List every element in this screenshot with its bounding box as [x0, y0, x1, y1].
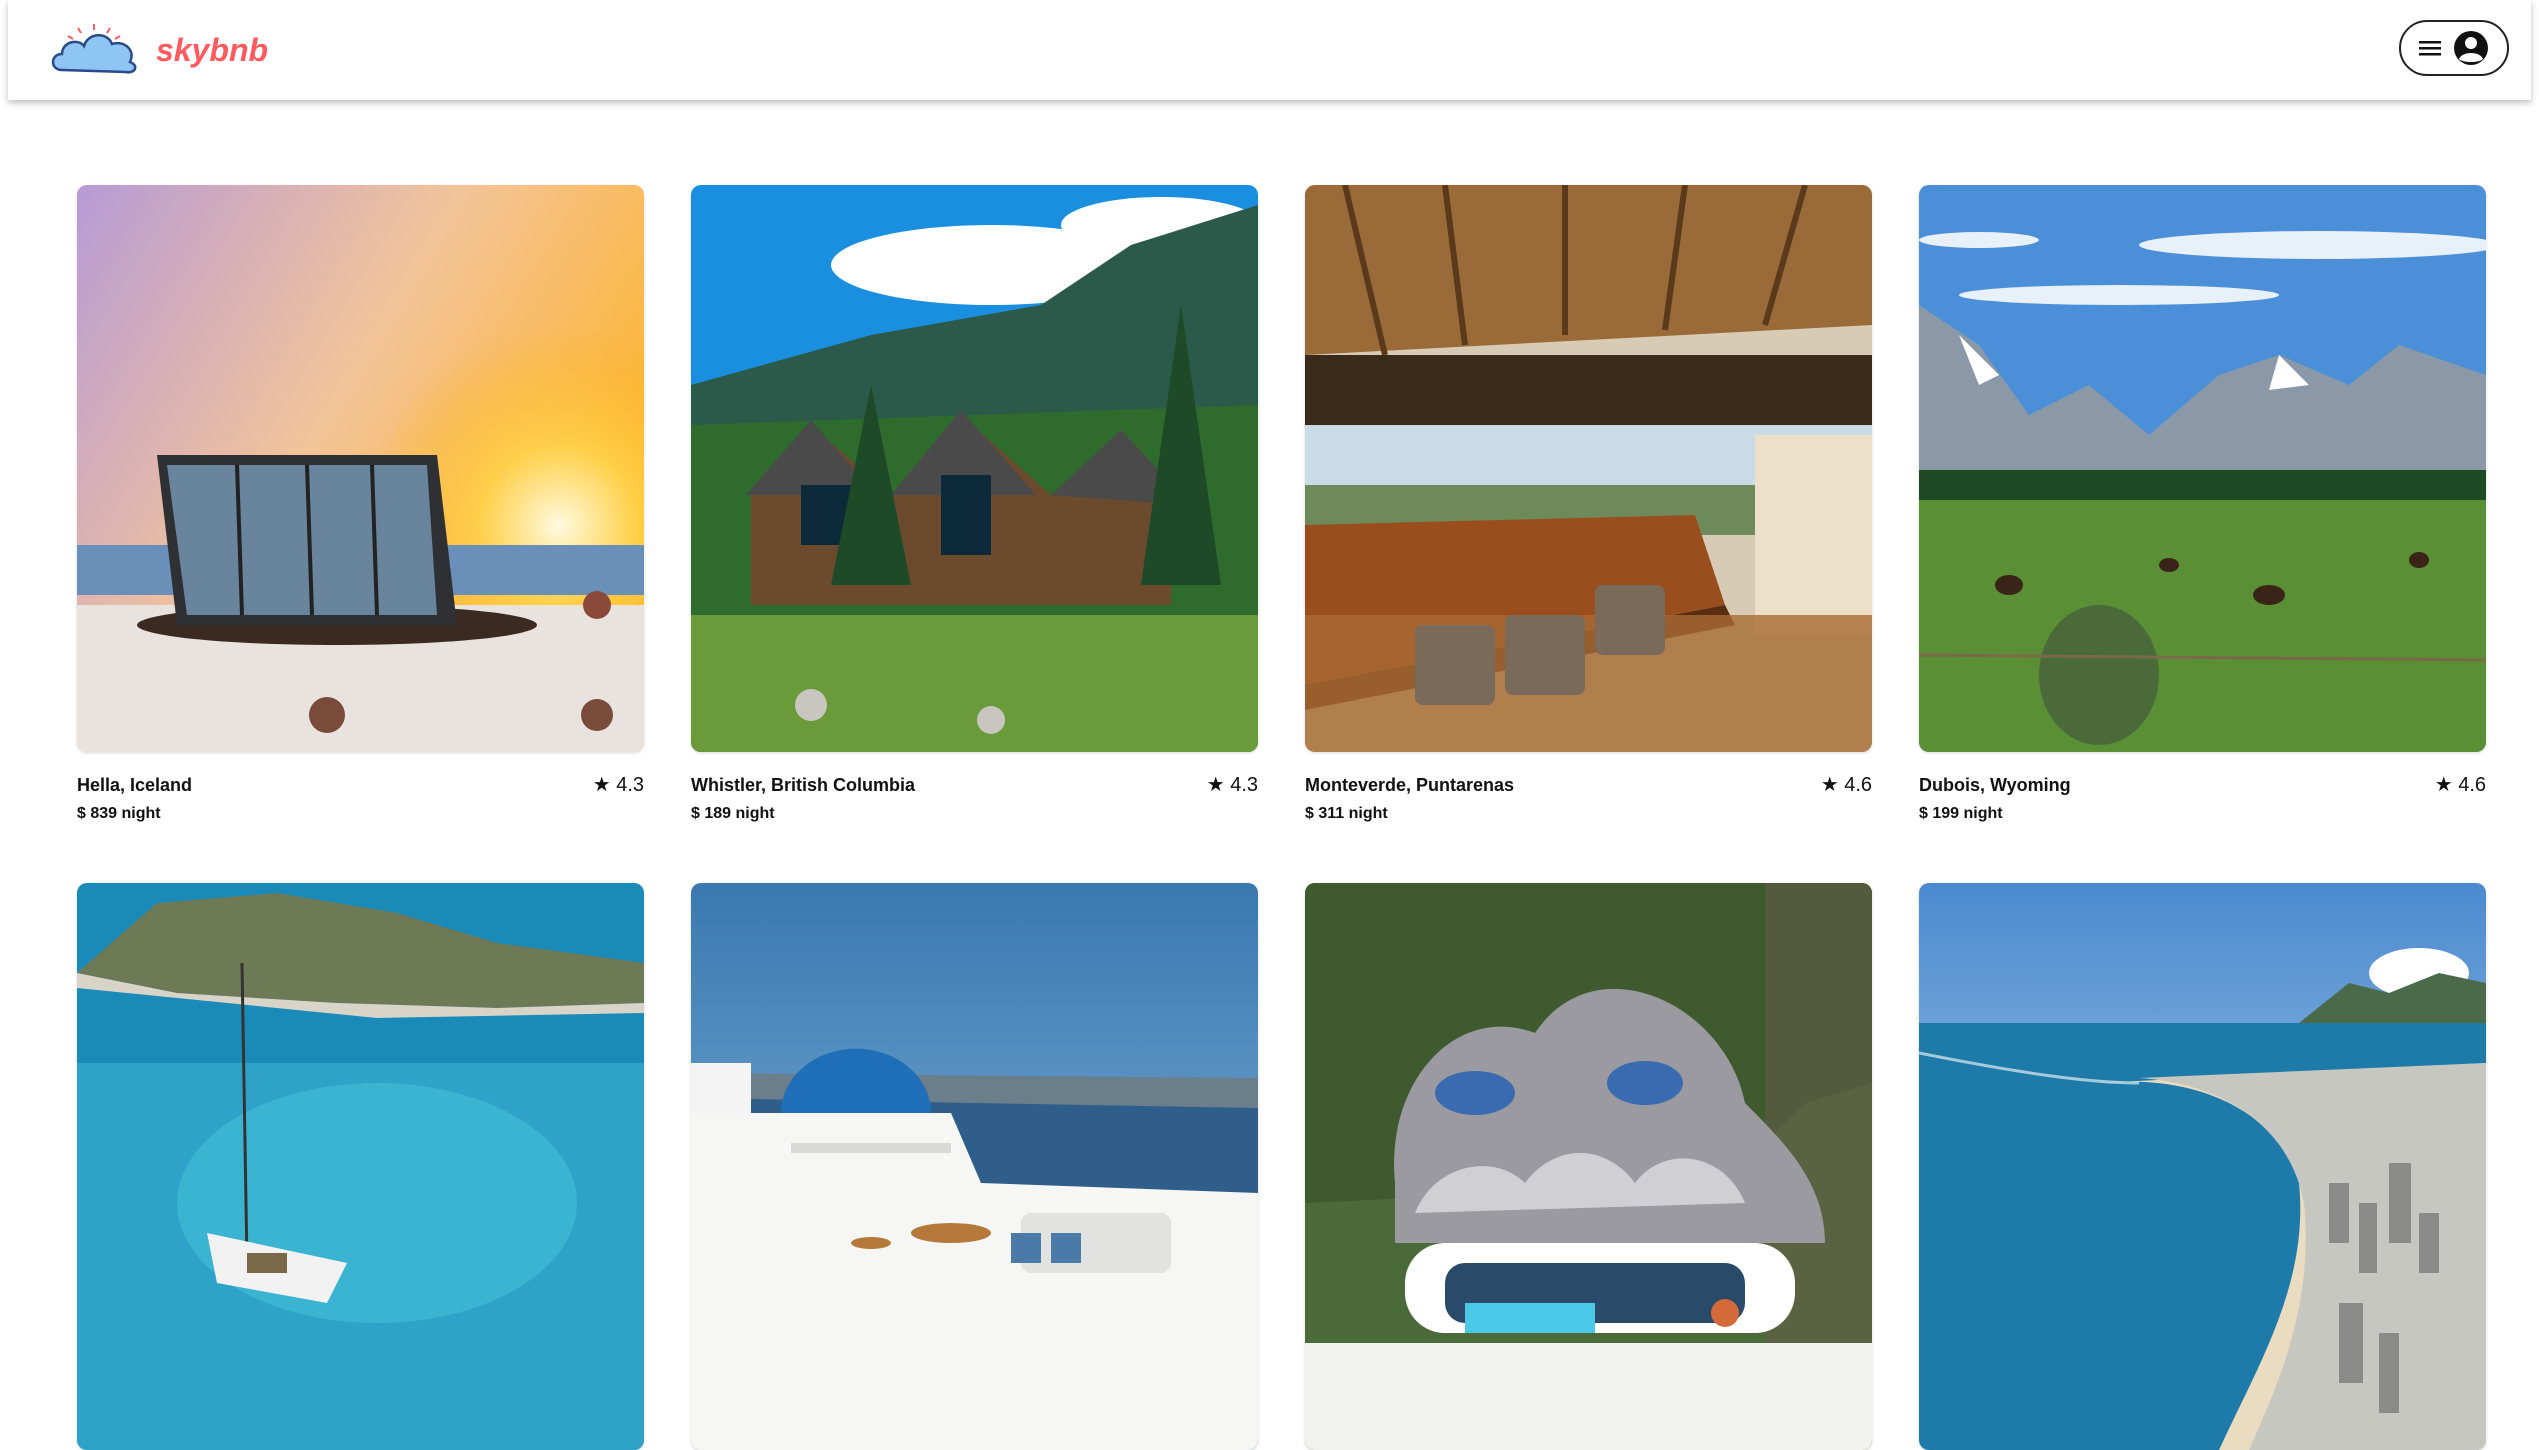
listing-rating: ★ 4.6 [1820, 774, 1872, 796]
listings-grid: Hella, Iceland ★ 4.3 $ 839 night Whistle… [77, 185, 2487, 1450]
listing-card[interactable]: Dubois, Wyoming ★ 4.6 $ 199 night [1919, 185, 2486, 823]
listing-location: Hella, Iceland [77, 775, 193, 795]
top-navbar: skybnb [8, 0, 2531, 100]
listing-photo[interactable] [77, 185, 644, 752]
organic-modern-villa-image [1305, 883, 1872, 1450]
user-circle-icon [2454, 31, 2488, 65]
mountain-chalet-image [691, 185, 1258, 752]
listing-photo[interactable] [691, 883, 1258, 1450]
listing-photo[interactable] [1919, 185, 2486, 752]
listing-card[interactable] [1919, 883, 2486, 1450]
listing-photo[interactable] [1919, 883, 2486, 1450]
listing-rating: ★ 4.6 [2434, 774, 2486, 796]
treehouse-kitchen-image [1305, 185, 1872, 752]
listing-card[interactable]: Whistler, British Columbia ★ 4.3 $ 189 n… [691, 185, 1258, 823]
cloud-logo-icon [51, 24, 137, 74]
listing-card[interactable] [77, 883, 644, 1450]
listing-photo[interactable] [1305, 185, 1872, 752]
listing-rating: ★ 4.3 [1206, 774, 1258, 796]
logo[interactable]: skybnb [48, 22, 268, 78]
user-menu-button[interactable] [2399, 20, 2509, 76]
listing-price: $ 199 night [1919, 805, 2003, 822]
listing-location: Monteverde, Puntarenas [1305, 775, 1515, 795]
coastal-city-beach-image [1919, 883, 2486, 1450]
glass-cabin-sunset-image [77, 185, 644, 752]
listing-price: $ 189 night [691, 805, 775, 822]
listing-price: $ 839 night [77, 805, 161, 822]
listing-card[interactable]: Monteverde, Puntarenas ★ 4.6 $ 311 night [1305, 185, 1872, 823]
listing-location: Dubois, Wyoming [1919, 775, 2071, 795]
santorini-dome-image [691, 883, 1258, 1450]
hamburger-icon [2419, 41, 2441, 56]
listing-card[interactable] [1305, 883, 1872, 1450]
mountain-meadow-bison-image [1919, 185, 2486, 752]
listing-rating: ★ 4.3 [592, 774, 644, 796]
listing-card[interactable] [691, 883, 1258, 1450]
brand-name: skybnb [156, 31, 269, 68]
listing-photo[interactable] [77, 883, 644, 1450]
listing-photo[interactable] [691, 185, 1258, 752]
listing-location: Whistler, British Columbia [691, 775, 916, 795]
listing-card[interactable]: Hella, Iceland ★ 4.3 $ 839 night [77, 185, 644, 823]
listing-price: $ 311 night [1305, 805, 1388, 822]
island-sailboat-image [77, 883, 644, 1450]
listing-photo[interactable] [1305, 883, 1872, 1450]
